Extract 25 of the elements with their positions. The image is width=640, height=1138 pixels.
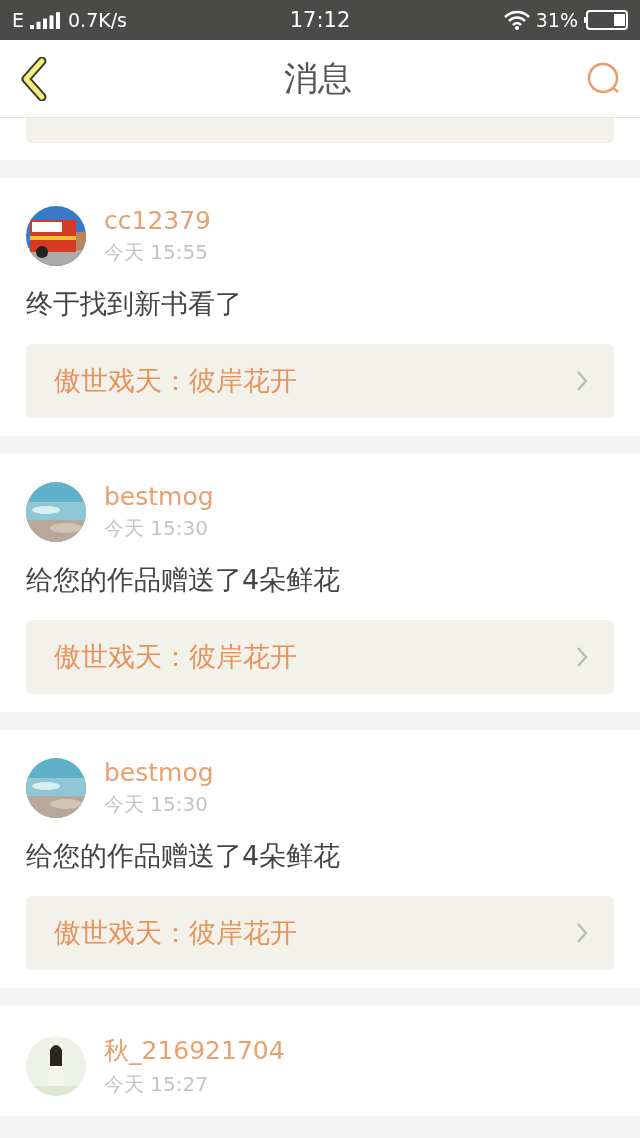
user-name[interactable]: cc12379 bbox=[104, 206, 212, 235]
page-title: 消息 bbox=[284, 56, 352, 100]
wifi-icon bbox=[503, 10, 530, 30]
user-name[interactable]: bestmog bbox=[104, 482, 214, 511]
message-text: 给您的作品赠送了4朵鲜花 bbox=[26, 563, 342, 597]
book-link[interactable]: 傲世戏天：彼岸花开 bbox=[26, 620, 614, 694]
message-time: 今天 15:55 bbox=[104, 239, 209, 266]
user-name[interactable]: 秋_216921704 bbox=[104, 1034, 285, 1067]
chevron-icon bbox=[576, 370, 588, 392]
chevron-icon bbox=[576, 922, 588, 944]
user-name[interactable]: bestmog bbox=[104, 758, 214, 787]
battery-icon bbox=[584, 10, 628, 30]
book-link[interactable]: 傲世戏天：彼岸花开 bbox=[26, 344, 614, 418]
chevron-icon bbox=[576, 646, 588, 668]
network-type: E bbox=[12, 9, 24, 31]
message-time: 今天 15:30 bbox=[104, 515, 209, 542]
message-time: 今天 15:27 bbox=[104, 1071, 209, 1098]
message-text: 终于找到新书看了 bbox=[26, 287, 243, 321]
clock: 17:12 bbox=[289, 8, 351, 32]
battery-percent: 31% bbox=[535, 9, 578, 31]
signal-icon bbox=[30, 11, 62, 29]
message-text: 给您的作品赠送了4朵鲜花 bbox=[26, 839, 342, 873]
network-speed: 0.7K/s bbox=[68, 9, 127, 31]
message-time: 今天 15:30 bbox=[104, 791, 209, 818]
book-link[interactable]: 傲世戏天：彼岸花开 bbox=[26, 896, 614, 970]
